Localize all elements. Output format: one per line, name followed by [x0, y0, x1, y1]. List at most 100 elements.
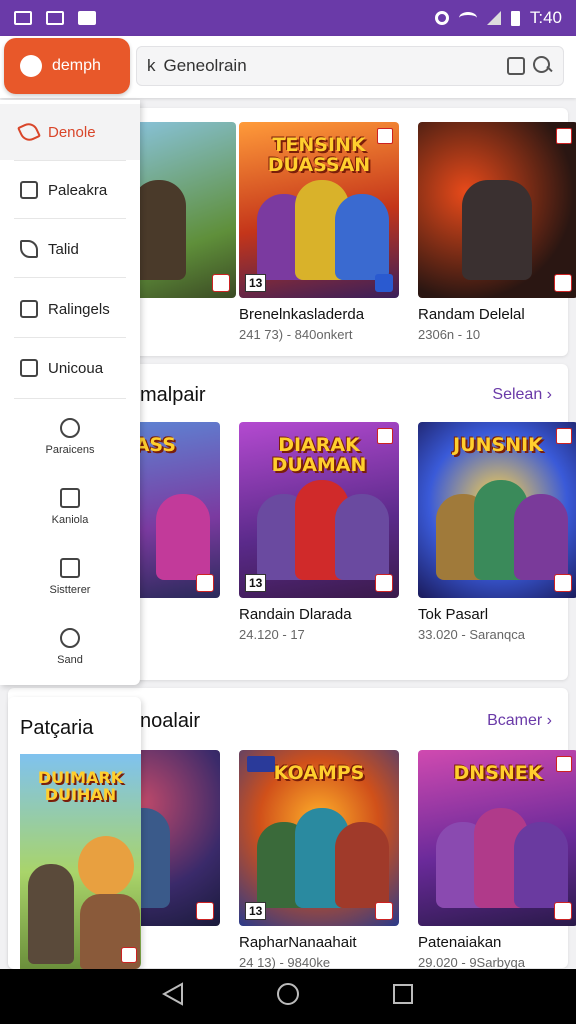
age-rating: 13 — [245, 902, 267, 920]
badge-icon — [196, 574, 214, 592]
drawer-item-sistterer[interactable]: Sistterer — [0, 558, 140, 622]
tile-meta: 24.120 - 17 — [239, 627, 305, 642]
drawer-item-label: Sistterer — [49, 584, 91, 596]
game-logo: TENSINK DUASSAN — [267, 134, 371, 176]
badge-icon — [212, 274, 230, 292]
tile-title: Patenaiakan — [418, 934, 502, 951]
promo-card[interactable]: Patçaria DUIMARK DUIHAN — [8, 697, 141, 969]
game-tile[interactable]: KOAMPS 13 RapharNanaahait 24 13) - 9840k… — [239, 750, 399, 970]
drawer-item-ralingels[interactable]: Ralingels — [0, 281, 140, 337]
mail-icon — [78, 11, 96, 25]
publisher-icon — [247, 756, 275, 772]
game-art — [418, 122, 576, 298]
mascot-figure — [78, 836, 134, 896]
divider — [14, 337, 126, 338]
badge-icon — [556, 128, 572, 144]
game-art: DNSNEK — [418, 750, 576, 926]
signal-icon — [486, 11, 501, 25]
login-icon — [20, 181, 38, 199]
game-tile[interactable]: TENSINK DUASSAN 13 Brenelnkasladerda 241… — [239, 122, 399, 342]
badge-icon — [375, 902, 393, 920]
drawer-item-talid[interactable]: Talid — [0, 221, 140, 277]
game-logo: DNSNEK — [453, 762, 543, 784]
drawer-item-label: Paraicens — [45, 444, 95, 456]
game-art: DIARAK DUAMAN 13 — [239, 422, 399, 598]
drawer-item-label: Unicoua — [48, 359, 104, 377]
tile-meta: 33.020 - Saranqca — [418, 627, 525, 642]
search-value: Geneolrain — [163, 56, 247, 75]
promo-art: DUIMARK DUIHAN — [20, 754, 141, 969]
section-title: malpair — [140, 384, 206, 406]
game-art: JUNSNIK — [418, 422, 576, 598]
tag-icon — [20, 240, 38, 258]
section-title: noalair — [140, 710, 201, 732]
badge-icon — [554, 902, 572, 920]
badge-icon — [196, 902, 214, 920]
search-prefix: k — [147, 56, 156, 75]
top-bar: demph k Geneolrain — [0, 36, 576, 98]
tile-title: Randain Dlarada — [239, 606, 352, 623]
divider — [14, 277, 126, 278]
tile-title: RapharNanaahait — [239, 934, 357, 951]
promo-logo: DUIMARK DUIHAN — [37, 768, 124, 804]
help-icon — [60, 558, 80, 578]
drawer-item-sand[interactable]: Sand — [0, 628, 140, 692]
drawer-item-label: Sand — [57, 654, 83, 666]
image-icon — [46, 11, 64, 25]
list-icon — [20, 359, 38, 377]
promo-title: Patçaria — [20, 717, 94, 739]
tile-meta: 24 13) - 9840ke — [239, 955, 331, 970]
hero-figure — [28, 864, 74, 964]
game-tile[interactable]: DNSNEK Patenaiakan 29.020 - 9Sarbyqa — [418, 750, 576, 970]
badge-icon — [554, 574, 572, 592]
drawer-item-label: Paleakra — [48, 181, 108, 199]
game-logo: DIARAK DUAMAN — [271, 434, 367, 476]
settings-icon — [60, 628, 80, 648]
home-icon[interactable] — [276, 982, 300, 1011]
tile-meta: 2306n - 10 — [418, 327, 481, 342]
drawer-item-label: Ralingels — [48, 300, 110, 318]
clock-text: T:40 — [529, 8, 562, 27]
brand-label: demph — [52, 57, 101, 74]
wifi-icon — [458, 12, 477, 24]
divider — [14, 218, 126, 219]
drawer-item-label: Kaniola — [51, 514, 89, 526]
badge-icon — [377, 428, 393, 444]
store-icon — [20, 300, 38, 318]
app-grid-icon — [14, 11, 32, 25]
search-input[interactable]: k Geneolrain — [136, 46, 564, 86]
drawer-item-label: Talid — [48, 240, 79, 258]
see-all-link[interactable]: Selean › — [492, 386, 552, 404]
game-tile[interactable]: DIARAK DUAMAN 13 Randain Dlarada 24.120 … — [239, 422, 399, 642]
age-rating: 13 — [245, 574, 267, 592]
system-nav-bar — [0, 969, 576, 1024]
filter-icon[interactable] — [507, 57, 525, 75]
tile-title: Randam Delelal — [418, 306, 525, 323]
game-art: TENSINK DUASSAN 13 — [239, 122, 399, 298]
search-icon — [60, 418, 80, 438]
drawer-item-paraicens[interactable]: Paraicens — [0, 418, 140, 482]
drawer-item-kaniola[interactable]: Kaniola — [0, 488, 140, 552]
tile-title: Brenelnkasladerda — [239, 306, 365, 323]
rocket-icon — [17, 120, 41, 144]
sync-icon — [434, 11, 449, 25]
badge-icon — [556, 428, 572, 444]
game-art: KOAMPS 13 — [239, 750, 399, 926]
drawer-item-unicoua[interactable]: Unicoua — [0, 340, 140, 396]
search-icon[interactable] — [533, 56, 553, 76]
tile-meta: 29.020 - 9Sarbyqa — [418, 955, 525, 970]
drawer-item-label: Denole — [48, 123, 96, 141]
game-tile[interactable]: Randam Delelal 2306n - 10 — [418, 122, 576, 342]
tile-meta: 241 73) - 840onkert — [239, 327, 353, 342]
see-all-link[interactable]: Bcamer › — [487, 712, 552, 730]
back-icon[interactable] — [161, 982, 184, 1011]
drawer-item-denole[interactable]: Denole — [0, 104, 140, 160]
calendar-icon — [60, 488, 80, 508]
game-tile[interactable]: JUNSNIK Tok Pasarl 33.020 - Saranqca — [418, 422, 576, 642]
divider — [14, 398, 126, 399]
drawer-item-paleakra[interactable]: Paleakra — [0, 162, 140, 218]
status-bar: T:40 — [0, 0, 576, 36]
tile-title: Tok Pasarl — [418, 606, 489, 623]
brand-button[interactable]: demph — [4, 38, 130, 94]
recents-icon[interactable] — [392, 983, 414, 1010]
